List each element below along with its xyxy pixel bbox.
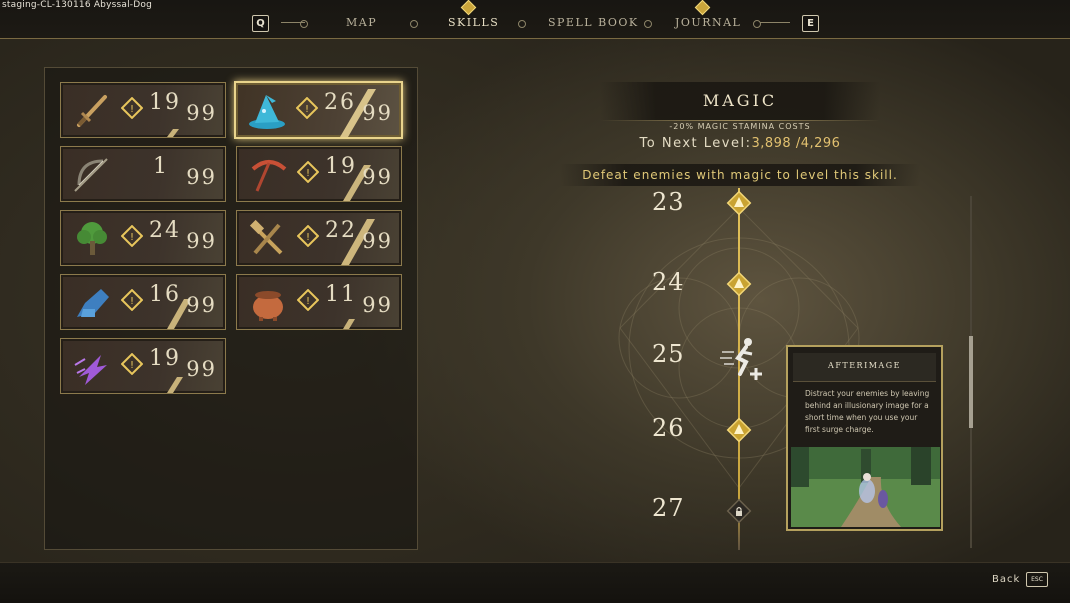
skill-alert-icon: ! — [297, 225, 319, 247]
tab-skills[interactable]: SKILLS — [448, 16, 499, 29]
skill-level: 16 — [149, 282, 181, 307]
level-hint: Defeat enemies with magic to level this … — [560, 164, 920, 186]
svg-text:!: ! — [130, 360, 134, 371]
e-key-hint[interactable]: E — [802, 15, 819, 32]
skill-level: 19 — [325, 154, 357, 179]
nav-dot — [644, 20, 652, 28]
blue-gauntlet-icon — [77, 289, 109, 317]
nav-dot — [410, 20, 418, 28]
skill-card-melee[interactable]: ! 19 99 — [60, 82, 226, 138]
afterimage-runner-icon[interactable] — [718, 334, 766, 382]
skill-level: 11 — [325, 282, 357, 307]
tooltip-description: Distract your enemies by leaving behind … — [805, 389, 930, 434]
tree-level-number: 26 — [652, 414, 685, 442]
top-nav-bar: staging-CL-130116 Abyssal-Dog Q MAP SKIL… — [0, 0, 1070, 39]
skill-alert-icon: ! — [121, 97, 143, 119]
skills-alert-icon — [460, 0, 477, 16]
tree-icon — [77, 222, 107, 255]
nav-dot — [518, 20, 526, 28]
tree-level-number: 27 — [652, 494, 685, 522]
lock-icon[interactable] — [726, 498, 752, 524]
skill-max-level: 99 — [362, 101, 393, 125]
skill-level: 1 — [153, 154, 169, 179]
skill-card-woodcutting[interactable]: ! 24 99 — [60, 210, 226, 266]
skill-max-level: 99 — [186, 101, 217, 125]
nav-divider — [760, 22, 790, 23]
sword-icon — [77, 95, 107, 127]
svg-text:!: ! — [305, 104, 309, 115]
hammer-icon — [249, 219, 283, 255]
skill-title-banner: MAGIC — [600, 82, 880, 120]
skill-card-mining[interactable]: ! 19 99 — [236, 146, 402, 202]
perk-tooltip: AFTERIMAGE Distract your enemies by leav… — [786, 345, 943, 531]
tree-level-number: 23 — [652, 188, 685, 216]
skill-card-defense[interactable]: ! 16 99 — [60, 274, 226, 330]
next-level-progress: To Next Level:3,898 /4,296 — [600, 136, 880, 151]
skill-alert-icon: ! — [296, 97, 318, 119]
tab-spell-book[interactable]: SPELL BOOK — [548, 16, 639, 29]
skill-card-cooking[interactable]: ! 11 99 — [236, 274, 402, 330]
skill-level: 22 — [325, 218, 357, 243]
svg-text:!: ! — [130, 232, 134, 243]
tree-level-number: 24 — [652, 268, 685, 296]
skill-alert-icon: ! — [121, 353, 143, 375]
skill-level: 19 — [149, 90, 181, 115]
tooltip-title: AFTERIMAGE — [793, 353, 936, 382]
perk-preview-image — [791, 447, 940, 527]
pickaxe-icon — [251, 160, 287, 192]
skill-max-level: 99 — [186, 293, 217, 317]
tab-map[interactable]: MAP — [346, 16, 377, 29]
skill-alert-icon: ! — [121, 225, 143, 247]
skill-title: MAGIC — [702, 91, 778, 110]
svg-text:!: ! — [130, 104, 134, 115]
svg-text:!: ! — [306, 168, 310, 179]
skill-card-ranged[interactable]: 1 99 — [60, 146, 226, 202]
skill-max-level: 99 — [362, 293, 393, 317]
scrollbar-thumb[interactable] — [969, 336, 973, 428]
skill-bonus-text: -20% MAGIC STAMINA COSTS — [669, 122, 811, 131]
tree-level-number: 25 — [652, 340, 685, 368]
back-button[interactable]: Back — [992, 574, 1020, 585]
skill-max-level: 99 — [362, 229, 393, 253]
magic-hat-node-icon[interactable] — [726, 417, 752, 443]
tab-journal[interactable]: JOURNAL — [675, 16, 741, 29]
skill-alert-icon: ! — [297, 289, 319, 311]
build-label: staging-CL-130116 Abyssal-Dog — [2, 0, 153, 10]
next-level-value: 3,898 /4,296 — [751, 136, 841, 151]
skill-level: 26 — [324, 90, 356, 115]
next-level-label: To Next Level: — [639, 136, 752, 151]
nav-dot — [300, 20, 308, 28]
bottom-bar — [0, 562, 1070, 603]
svg-text:!: ! — [306, 296, 310, 307]
svg-text:!: ! — [130, 296, 134, 307]
skill-level: 24 — [149, 218, 181, 243]
skill-max-level: 99 — [186, 165, 217, 189]
wizard-hat-icon — [249, 95, 285, 129]
skill-max-level: 99 — [186, 229, 217, 253]
skill-card-crafting[interactable]: ! 22 99 — [236, 210, 402, 266]
svg-text:!: ! — [306, 232, 310, 243]
skill-card-magic[interactable]: ! 26 99 — [234, 81, 403, 139]
skill-card-mobility[interactable]: ! 19 99 — [60, 338, 226, 394]
skill-max-level: 99 — [362, 165, 393, 189]
skill-alert-icon: ! — [121, 289, 143, 311]
bow-icon — [74, 158, 108, 192]
magic-hat-node-icon[interactable] — [726, 190, 752, 216]
esc-key-hint[interactable]: ESC — [1026, 572, 1048, 587]
title-divider — [600, 120, 880, 121]
journal-alert-icon — [694, 0, 711, 16]
skill-max-level: 99 — [186, 357, 217, 381]
q-key-hint[interactable]: Q — [252, 15, 269, 32]
skill-alert-icon: ! — [297, 161, 319, 183]
skill-level: 19 — [149, 346, 181, 371]
tree-scrollbar[interactable] — [969, 196, 973, 548]
purple-dash-icon — [74, 355, 107, 385]
magic-hat-node-icon[interactable] — [726, 271, 752, 297]
cauldron-icon — [253, 291, 283, 321]
